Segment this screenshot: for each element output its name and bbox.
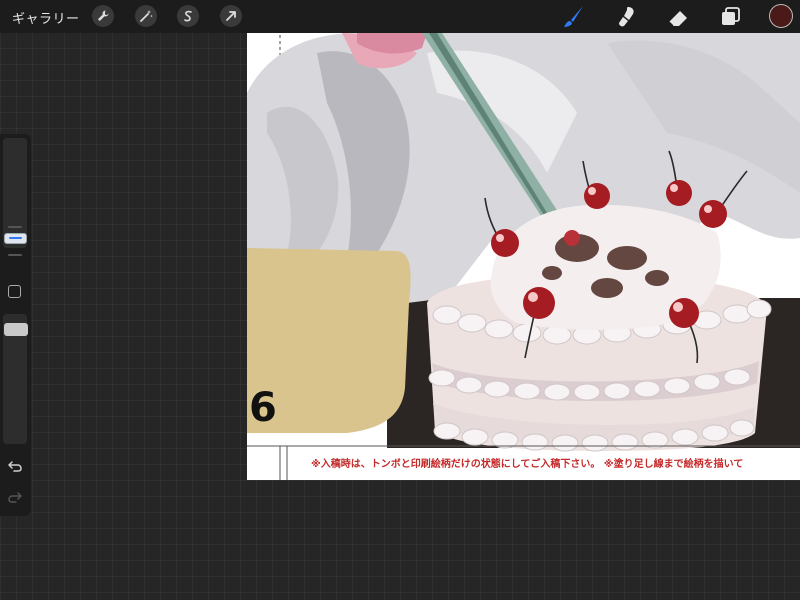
undo-icon[interactable]	[7, 458, 23, 474]
transform-arrow-icon	[226, 11, 236, 21]
transform-button[interactable]	[220, 5, 242, 27]
selection-button[interactable]	[177, 5, 199, 27]
magic-wand-icon	[140, 10, 153, 22]
adjustments-button[interactable]	[135, 5, 157, 27]
actions-button[interactable]	[92, 5, 114, 27]
layers-icon	[722, 7, 740, 25]
print-notice: ※入稿時は、トンボと印刷絵柄だけの状態にしてご入稿下さい。 ※塗り足し線まで絵柄…	[311, 459, 744, 470]
brush-tool-button[interactable]	[560, 4, 586, 30]
slider-tick	[8, 226, 22, 228]
eraser-icon	[668, 11, 687, 27]
page-number: 6	[249, 385, 277, 431]
modify-square-icon[interactable]	[8, 285, 21, 298]
brush-size-slider[interactable]	[3, 138, 27, 248]
top-toolbar: ギャラリー	[0, 0, 800, 33]
artwork	[247, 33, 800, 480]
opacity-thumb[interactable]	[4, 323, 28, 336]
smudge-icon	[619, 7, 634, 27]
brush-size-thumb[interactable]	[4, 233, 27, 244]
sidebar	[0, 134, 31, 516]
redo-icon[interactable]	[7, 489, 23, 505]
gallery-button[interactable]: ギャラリー	[12, 8, 80, 27]
color-picker-button[interactable]	[769, 4, 793, 28]
selection-icon	[184, 10, 192, 22]
wrench-icon	[98, 10, 109, 21]
eraser-tool-button[interactable]	[665, 4, 691, 30]
smudge-tool-button[interactable]	[614, 4, 640, 30]
slider-tick	[8, 254, 22, 256]
drawing-canvas[interactable]: 6 ※入稿時は、トンボと印刷絵柄だけの状態にしてご入稿下さい。 ※塗り足し線まで…	[247, 33, 800, 480]
brush-icon	[564, 6, 583, 27]
layers-button[interactable]	[718, 4, 744, 30]
